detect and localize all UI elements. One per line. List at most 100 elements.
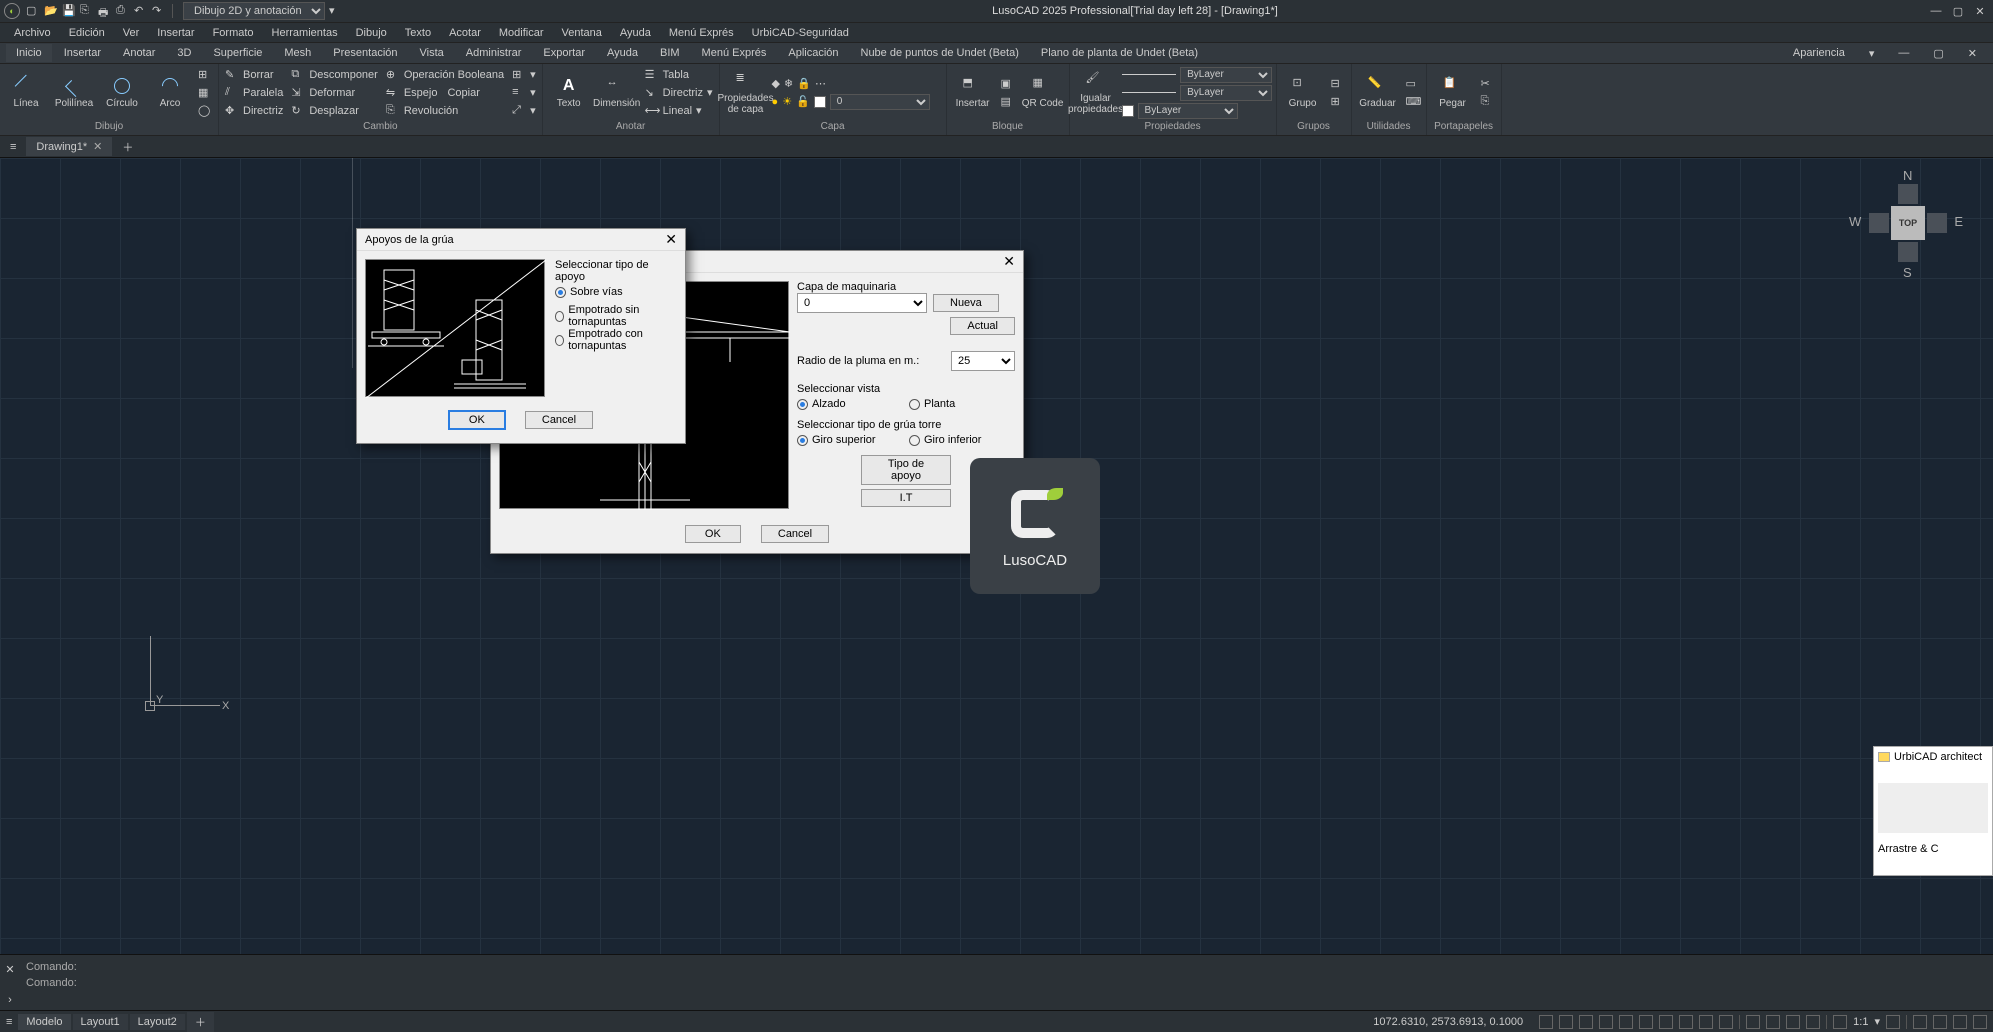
explode-button[interactable]: ⧉Descomponer <box>289 67 379 83</box>
layer-props-button[interactable]: ≣Propiedades de capa <box>724 67 768 119</box>
scale-readout[interactable]: 1:1 <box>1853 1016 1868 1028</box>
menu-ver[interactable]: Ver <box>115 25 148 41</box>
menu-dibujo[interactable]: Dibujo <box>348 25 395 41</box>
app-icon[interactable]: ◐ <box>4 3 20 19</box>
color-select[interactable]: ByLayer <box>1180 67 1271 83</box>
tipo-apoyo-button[interactable]: Tipo de apoyo <box>861 455 951 485</box>
menu-herramientas[interactable]: Herramientas <box>264 25 346 41</box>
undo-icon[interactable]: ↶ <box>134 4 148 18</box>
menu-acotar[interactable]: Acotar <box>441 25 489 41</box>
tab-add[interactable]: ＋ <box>187 1012 214 1032</box>
hardware-icon[interactable] <box>1933 1015 1947 1029</box>
magnifier-icon[interactable] <box>1806 1015 1820 1029</box>
dialog1-titlebar[interactable]: Apoyos de la grúa ✕ <box>357 229 685 251</box>
maximize-button[interactable]: ▢ <box>1949 4 1967 18</box>
new-icon[interactable]: ▢ <box>26 4 40 18</box>
model-icon[interactable] <box>1746 1015 1760 1029</box>
open-icon[interactable]: 📂 <box>44 4 58 18</box>
annotation-icon[interactable] <box>1886 1015 1900 1029</box>
draw-misc-3[interactable]: ◯ <box>196 103 214 119</box>
new-tab-button[interactable]: ＋ <box>116 136 139 158</box>
radio-planta[interactable]: Planta <box>909 395 1015 413</box>
cube-face-e[interactable] <box>1927 213 1947 233</box>
customize-icon[interactable] <box>1973 1015 1987 1029</box>
dialog1-cancel-button[interactable]: Cancel <box>525 411 593 429</box>
appearance-label[interactable]: Apariencia <box>1783 44 1855 62</box>
cycle-icon[interactable] <box>1699 1015 1713 1029</box>
tab-bim[interactable]: BIM <box>650 44 690 62</box>
radio-giro-inf[interactable]: Giro inferior <box>909 431 1015 449</box>
lock-icon[interactable]: 🔓 <box>796 95 810 108</box>
copy-button[interactable]: ⎘Revolución <box>384 103 506 119</box>
tab-administrar[interactable]: Administrar <box>456 44 532 62</box>
cmd-close-icon[interactable]: ✕ <box>5 963 14 976</box>
tab-anotar[interactable]: Anotar <box>113 44 165 62</box>
cut-button[interactable]: ✂ <box>1479 76 1497 92</box>
minimize-button[interactable]: — <box>1927 4 1945 18</box>
menu-ayuda[interactable]: Ayuda <box>612 25 659 41</box>
array-button[interactable]: ⊞▾ <box>510 67 538 83</box>
command-history[interactable]: Comando: Comando: <box>20 955 1993 1010</box>
layer-state-icon[interactable]: ◆ <box>772 77 780 90</box>
nueva-button[interactable]: Nueva <box>933 294 999 312</box>
move-button[interactable]: ✥Directriz <box>223 103 285 119</box>
dyn-input-icon[interactable] <box>1719 1015 1733 1029</box>
chevron-down-icon[interactable]: ▾ <box>1859 44 1885 63</box>
scale-button[interactable]: ⤢▾ <box>510 103 538 119</box>
mirror-button[interactable]: ⇋EspejoCopiar <box>384 85 506 101</box>
leader-button[interactable]: ↘Directriz▾ <box>643 85 715 101</box>
tab-exportar[interactable]: Exportar <box>533 44 595 62</box>
linear-button[interactable]: ⟷Lineal▾ <box>643 103 715 119</box>
cube-face-s[interactable] <box>1898 242 1918 262</box>
transparency-icon[interactable] <box>1679 1015 1693 1029</box>
tab-aplicacion[interactable]: Aplicación <box>778 44 848 62</box>
tab-inicio[interactable]: Inicio <box>6 44 52 62</box>
doc-tab-drawing1[interactable]: Drawing1* ✕ <box>26 137 112 156</box>
align-button[interactable]: ≡▾ <box>510 85 538 101</box>
cube-top[interactable]: TOP <box>1891 206 1925 240</box>
menu-texto[interactable]: Texto <box>397 25 439 41</box>
boolean-button[interactable]: ⊕Operación Booleana <box>384 67 506 83</box>
layer-lock-icon[interactable]: 🔒 <box>797 77 811 90</box>
tab-insertar[interactable]: Insertar <box>54 44 111 62</box>
mdi-max-icon[interactable]: ▢ <box>1923 44 1953 63</box>
radio-sobre-vias[interactable]: Sobre vías <box>555 283 677 301</box>
copy-clip-button[interactable]: ⎘ <box>1479 94 1497 110</box>
save-icon[interactable]: 💾 <box>62 4 76 18</box>
saveas-icon[interactable]: ⎘ <box>80 4 94 18</box>
block-edit[interactable]: ▣ <box>999 76 1017 92</box>
util-2[interactable]: ⌨ <box>1404 94 1422 110</box>
cube-face-n[interactable] <box>1898 184 1918 204</box>
menu-ventana[interactable]: Ventana <box>553 25 609 41</box>
stretch-button[interactable]: ⇲Deformar <box>289 85 379 101</box>
osnap-icon[interactable] <box>1619 1015 1633 1029</box>
tab-presentacion[interactable]: Presentación <box>323 44 407 62</box>
radio-empotrado-con[interactable]: Empotrado con tornapuntas <box>555 331 677 349</box>
tabs-menu-icon[interactable]: ≡ <box>4 138 22 156</box>
layer-color-swatch[interactable] <box>814 96 826 108</box>
command-input-line[interactable]: Comando: <box>26 975 1987 991</box>
util-1[interactable]: ▭ <box>1404 76 1422 92</box>
isolate-icon[interactable] <box>1913 1015 1927 1029</box>
snap-grid-icon[interactable] <box>1539 1015 1553 1029</box>
line-button[interactable]: Línea <box>4 67 48 119</box>
measure-button[interactable]: 📏Graduar <box>1356 67 1400 119</box>
menu-archivo[interactable]: Archivo <box>6 25 59 41</box>
dialog2-close-icon[interactable]: ✕ <box>1003 253 1015 270</box>
cmd-chevron-icon[interactable]: › <box>8 994 12 1006</box>
qr-button[interactable]: ▦QR Code <box>1021 67 1065 119</box>
tab-layout2[interactable]: Layout2 <box>130 1014 185 1030</box>
paste-button[interactable]: 📋Pegar <box>1431 67 1475 119</box>
it-button[interactable]: I.T <box>861 489 951 507</box>
offset-button[interactable]: ⫽Paralela <box>223 85 285 101</box>
match-props-button[interactable]: 🖌Igualar propiedades <box>1074 67 1118 119</box>
dialog2-ok-button[interactable]: OK <box>685 525 741 543</box>
mdi-close-icon[interactable]: ✕ <box>1958 44 1987 63</box>
view-cube[interactable]: TOP N S E W <box>1863 178 1953 268</box>
annoscale-icon[interactable] <box>1833 1015 1847 1029</box>
clean-icon[interactable] <box>1953 1015 1967 1029</box>
arc-button[interactable]: Arco <box>148 67 192 119</box>
tab-undet-plano[interactable]: Plano de planta de Undet (Beta) <box>1031 44 1208 62</box>
menu-expres[interactable]: Menú Exprés <box>661 25 742 41</box>
radio-empotrado-sin[interactable]: Empotrado sin tornapuntas <box>555 307 677 325</box>
